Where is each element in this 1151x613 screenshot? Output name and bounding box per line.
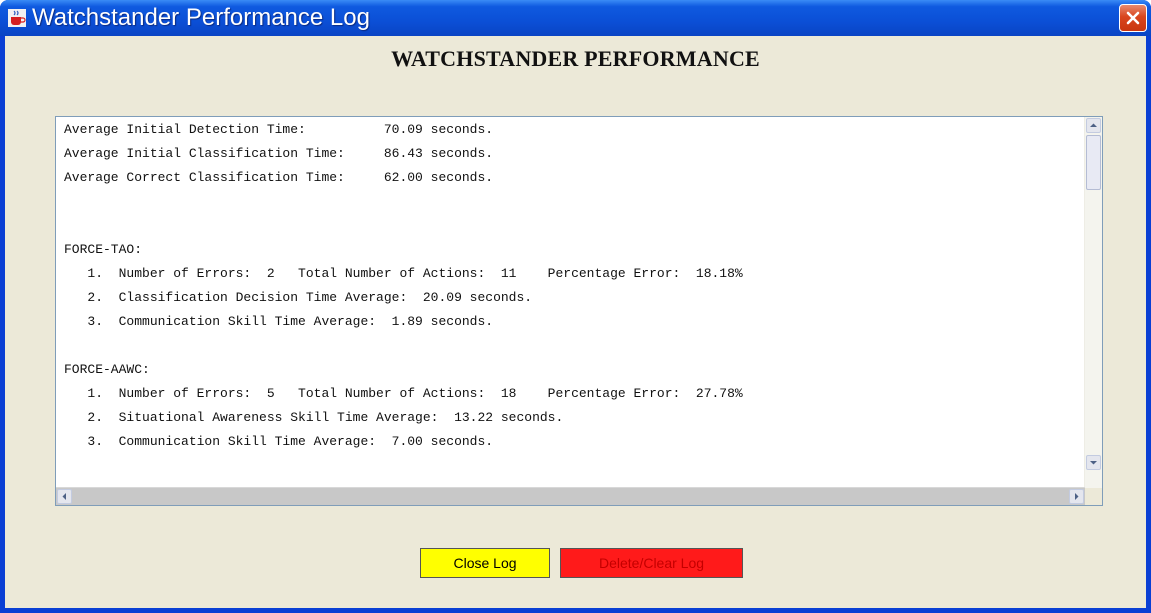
scroll-left-button[interactable] <box>57 489 72 504</box>
log-line: Average Initial Classification Time: 86.… <box>64 146 494 161</box>
window-close-button[interactable] <box>1119 4 1147 32</box>
scroll-up-button[interactable] <box>1086 118 1101 133</box>
log-line: 3. Communication Skill Time Average: 7.0… <box>64 434 494 449</box>
log-line: FORCE-AAWC: <box>64 362 150 377</box>
page-title: WATCHSTANDER PERFORMANCE <box>391 46 760 71</box>
log-line: 2. Classification Decision Time Average:… <box>64 290 533 305</box>
log-line: Average Correct Classification Time: 62.… <box>64 170 494 185</box>
log-line: FORCE-TAO: <box>64 242 143 257</box>
vertical-scroll-thumb[interactable] <box>1086 135 1101 190</box>
java-cup-icon <box>8 9 26 27</box>
log-line: 2. Situational Awareness Skill Time Aver… <box>64 410 564 425</box>
close-log-button[interactable]: Close Log <box>420 548 550 578</box>
scroll-down-button[interactable] <box>1086 455 1101 470</box>
arrow-left-icon <box>62 493 66 500</box>
horizontal-scrollbar[interactable] <box>56 487 1085 505</box>
log-line: 3. Communication Skill Time Average: 1.8… <box>64 314 494 329</box>
title-bar[interactable]: Watchstander Performance Log <box>0 0 1151 36</box>
window-title: Watchstander Performance Log <box>32 4 370 31</box>
arrow-right-icon <box>1075 493 1079 500</box>
scrollbar-corner <box>1085 488 1102 505</box>
app-window: Watchstander Performance Log WATCHSTANDE… <box>0 0 1151 613</box>
close-icon <box>1126 11 1140 25</box>
log-scroll-pane[interactable]: Average Initial Detection Time: 70.09 se… <box>55 116 1103 506</box>
arrow-down-icon <box>1090 461 1097 465</box>
delete-clear-log-button[interactable]: Delete/Clear Log <box>560 548 743 578</box>
log-line: 1. Number of Errors: 5 Total Number of A… <box>64 386 743 401</box>
arrow-up-icon <box>1090 123 1097 127</box>
client-area: WATCHSTANDER PERFORMANCE Average Initial… <box>5 36 1146 608</box>
log-line: 1. Number of Errors: 2 Total Number of A… <box>64 266 743 281</box>
log-line: Average Initial Detection Time: 70.09 se… <box>64 122 494 137</box>
log-text-area[interactable]: Average Initial Detection Time: 70.09 se… <box>56 117 1072 482</box>
vertical-scrollbar[interactable] <box>1084 117 1102 488</box>
scroll-right-button[interactable] <box>1069 489 1084 504</box>
